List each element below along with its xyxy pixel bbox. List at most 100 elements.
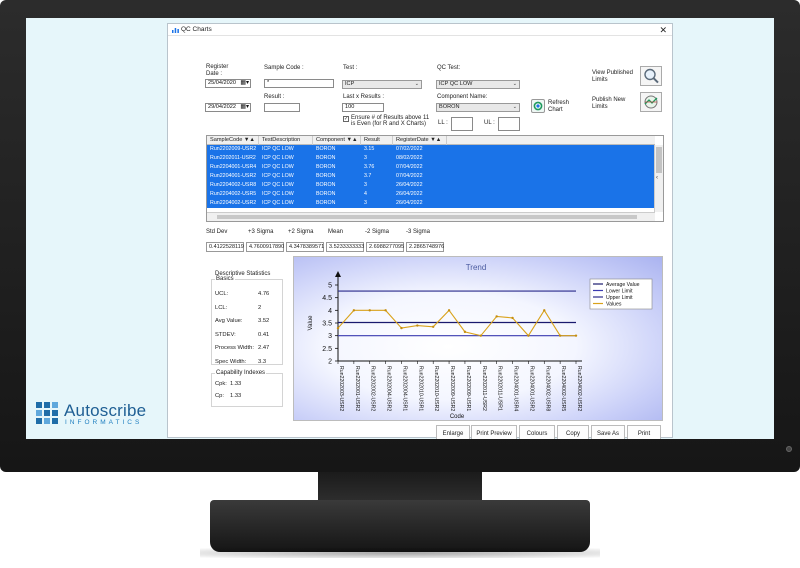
data-point	[479, 334, 482, 337]
x-tick-label: Run2204002-USR5	[560, 366, 566, 411]
column-header[interactable]: TestDescription ▼▲	[259, 136, 313, 152]
column-header[interactable]: RegisterDate ▼▲	[393, 136, 447, 145]
colours-button[interactable]: Colours	[519, 425, 555, 439]
table-cell: 26/04/2022	[396, 182, 423, 188]
last-results-input[interactable]: 100	[342, 103, 384, 112]
table-cell: 3	[364, 155, 367, 161]
x-tick-label: Run2202011-USR1	[497, 366, 503, 411]
y-axis-label: Value	[308, 315, 314, 331]
copy-button[interactable]: Copy	[557, 425, 589, 439]
refresh-chart-button[interactable]	[531, 99, 545, 113]
table-cell: ICP QC LOW	[262, 164, 294, 170]
table-row[interactable]: Run2204002-USR5 ICP QC LOW BORON 4 26/04/202…	[207, 190, 655, 199]
column-header[interactable]: Component ▼▲	[313, 136, 361, 145]
print-preview-button[interactable]: Print Preview	[471, 425, 517, 439]
data-point	[384, 309, 387, 312]
stat-label: STDEV:	[215, 331, 236, 338]
ul-input[interactable]	[498, 117, 520, 131]
stat-value: 0.41	[258, 331, 270, 338]
y-tick-label: 5	[328, 283, 332, 290]
x-tick-label: Run2202009-USR2	[449, 366, 455, 411]
table-row[interactable]: Run2202011-USR2 ICP QC LOW BORON 3 08/02/202…	[207, 154, 655, 163]
result-input[interactable]	[264, 103, 300, 112]
data-point	[574, 334, 578, 337]
view-published-limits-button[interactable]	[640, 66, 662, 86]
data-point	[543, 309, 546, 312]
sample-code-input[interactable]: *	[264, 79, 334, 88]
capability-label: Capability Indexes	[215, 370, 267, 376]
grid-header: SampleCode ▼▲ TestDescription ▼▲ Compone…	[207, 136, 655, 152]
table-row[interactable]: Run2202009-USR2 ICP QC LOW BORON 3.15 07/02/…	[207, 145, 655, 154]
magnifier-icon	[644, 68, 659, 84]
ll-input[interactable]	[451, 117, 473, 131]
scroll-thumb[interactable]	[656, 147, 662, 173]
table-row[interactable]: Run2204002-USR8 ICP QC LOW BORON 3 26/04/202…	[207, 181, 655, 190]
chevron-down-icon: ⌄	[512, 81, 517, 87]
stat-value: 2.47	[258, 345, 270, 352]
table-cell: 3.7	[364, 173, 372, 179]
x-tick-label: Run2202004-USR2	[386, 366, 392, 411]
y-tick-label: 3.5	[322, 321, 332, 328]
data-point	[447, 309, 451, 312]
capability-label-item: Cp:	[215, 393, 225, 399]
minus3-sigma-label: -3 Sigma	[406, 229, 431, 235]
data-point	[527, 334, 530, 337]
table-cell: 4	[364, 191, 367, 197]
table-cell: 07/04/2022	[396, 164, 423, 170]
save-as-button[interactable]: Save As	[591, 425, 625, 439]
monitor-stand	[210, 500, 590, 552]
stat-value: 3.52	[258, 318, 270, 325]
print-button[interactable]: Print	[627, 425, 661, 439]
plus3-sigma-value: 4.7600917890	[246, 242, 284, 252]
stat-label: Process Width:	[215, 345, 254, 352]
y-tick-label: 4	[328, 308, 332, 315]
date-to-value: 29/04/2022	[208, 104, 236, 110]
legend-label: Average Value	[606, 282, 640, 288]
component-select[interactable]: BORON ⌄	[436, 103, 520, 112]
table-cell: Run2204002-USR2	[210, 200, 257, 206]
table-cell: Run2204002-USR5	[210, 191, 257, 197]
date-to-field[interactable]: 29/04/2022 ▦▾	[205, 103, 251, 112]
table-cell: 07/02/2022	[396, 146, 423, 152]
mean-label: Mean	[328, 229, 344, 235]
title-bar: QC Charts ✕	[168, 24, 672, 36]
chart-app-icon	[172, 28, 179, 33]
publish-chart-icon	[644, 95, 658, 109]
x-tick-label: Run2202002-USR2	[370, 366, 376, 411]
register-date-label: Register Date :	[206, 64, 229, 77]
window-title: QC Charts	[181, 26, 212, 33]
publish-new-limits-button[interactable]	[640, 92, 662, 112]
publish-new-label: Publish New Limits	[592, 97, 626, 110]
horizontal-scrollbar[interactable]	[207, 212, 655, 221]
plus2-sigma-value: 4.3478389571	[286, 242, 324, 252]
enlarge-button[interactable]: Enlarge	[436, 425, 470, 439]
date-from-field[interactable]: 25/04/2020 ▦▾	[205, 79, 251, 88]
column-header[interactable]: Result ▼▲	[361, 136, 393, 152]
stand-shadow	[200, 548, 600, 558]
calendar-icon[interactable]: ▦▾	[240, 104, 249, 111]
plus2-sigma-label: +2 Sigma	[288, 229, 314, 235]
test-select[interactable]: ICP ⌄	[342, 80, 422, 89]
ul-label: UL :	[484, 120, 495, 126]
close-button[interactable]: ✕	[659, 24, 667, 36]
table-cell: 3	[364, 200, 367, 206]
table-row[interactable]: Run2204002-USR2 ICP QC LOW BORON 3 26/04/202…	[207, 199, 655, 208]
table-cell: ICP QC LOW	[262, 146, 294, 152]
vertical-scrollbar[interactable]: ‹	[654, 145, 663, 212]
result-label: Result :	[264, 94, 285, 100]
table-cell: BORON	[316, 155, 336, 161]
qc-test-select[interactable]: ICP QC LOW ⌄	[436, 80, 520, 89]
ensure-even-checkbox[interactable]: ✓	[343, 116, 349, 122]
std-dev-value: 0.4122528119	[206, 242, 244, 252]
y-tick-label: 2.5	[322, 346, 332, 353]
data-point	[336, 326, 340, 330]
table-row[interactable]: Run2204001-USR2 ICP QC LOW BORON 3.7 07/04/2…	[207, 172, 655, 181]
column-header[interactable]: SampleCode ▼▲	[207, 136, 259, 145]
scroll-thumb[interactable]	[217, 215, 637, 219]
table-cell: BORON	[316, 191, 336, 197]
stat-label: LCL:	[215, 304, 228, 311]
calendar-icon[interactable]: ▦▾	[240, 80, 249, 87]
sample-code-label: Sample Code :	[264, 65, 304, 71]
data-point	[400, 326, 403, 330]
table-row[interactable]: Run2204001-USR4 ICP QC LOW BORON 3.76 07/04/…	[207, 163, 655, 172]
